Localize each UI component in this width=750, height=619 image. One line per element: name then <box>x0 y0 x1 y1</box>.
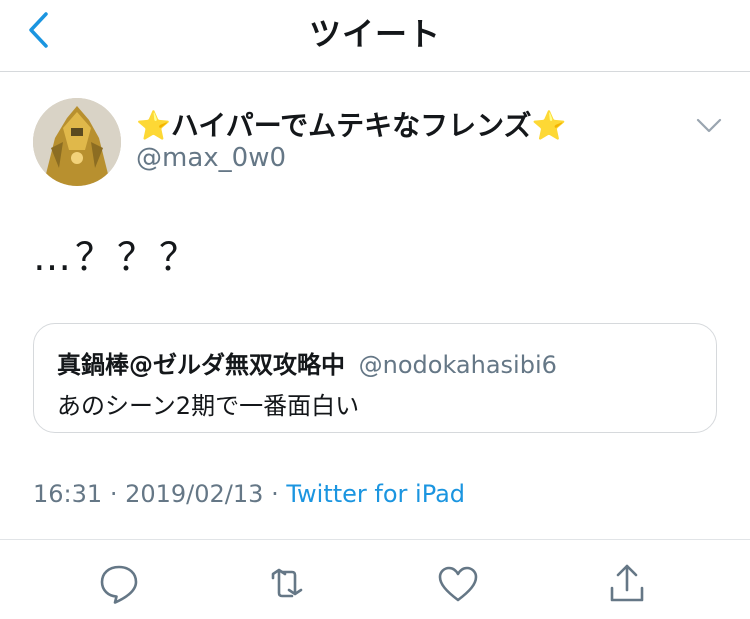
meta-separator: · <box>271 480 279 508</box>
username[interactable]: @max_0w0 <box>136 143 286 173</box>
quoted-tweet[interactable]: 真鍋棒@ゼルダ無双攻略中 @nodokahasibi6 あのシーン2期で一番面白… <box>33 323 717 433</box>
quoted-username: @nodokahasibi6 <box>358 351 557 379</box>
retweet-icon <box>271 568 303 598</box>
quoted-tweet-header: 真鍋棒@ゼルダ無双攻略中 @nodokahasibi6 <box>57 345 557 380</box>
navigation-bar: ツイート <box>0 0 750 72</box>
quoted-display-name: 真鍋棒@ゼルダ無双攻略中 <box>57 351 345 379</box>
tweet-menu-button[interactable] <box>693 112 725 140</box>
tweet-metadata: 16:31 · 2019/02/13 · Twitter for iPad <box>33 480 465 508</box>
display-name[interactable]: ⭐️ハイパーでムテキなフレンズ⭐️ <box>136 104 566 144</box>
like-button[interactable] <box>436 562 480 606</box>
avatar[interactable] <box>33 98 121 186</box>
share-button[interactable] <box>605 562 649 606</box>
reply-icon <box>100 565 138 604</box>
quoted-tweet-text: あのシーン2期で一番面白い <box>57 392 360 420</box>
tweet-text: …？？？ <box>33 235 202 279</box>
tweet-date: 2019/02/13 <box>125 480 264 508</box>
chevron-down-icon <box>696 118 722 133</box>
retweet-button[interactable] <box>265 562 309 606</box>
reply-button[interactable] <box>97 562 141 606</box>
tweet-source-link[interactable]: Twitter for iPad <box>286 480 465 508</box>
like-icon <box>438 566 478 602</box>
page-title: ツイート <box>308 15 441 53</box>
avatar-image <box>33 98 121 186</box>
meta-separator: · <box>109 480 118 508</box>
share-icon <box>610 564 644 602</box>
tweet-time: 16:31 <box>33 480 103 508</box>
divider <box>0 539 750 540</box>
